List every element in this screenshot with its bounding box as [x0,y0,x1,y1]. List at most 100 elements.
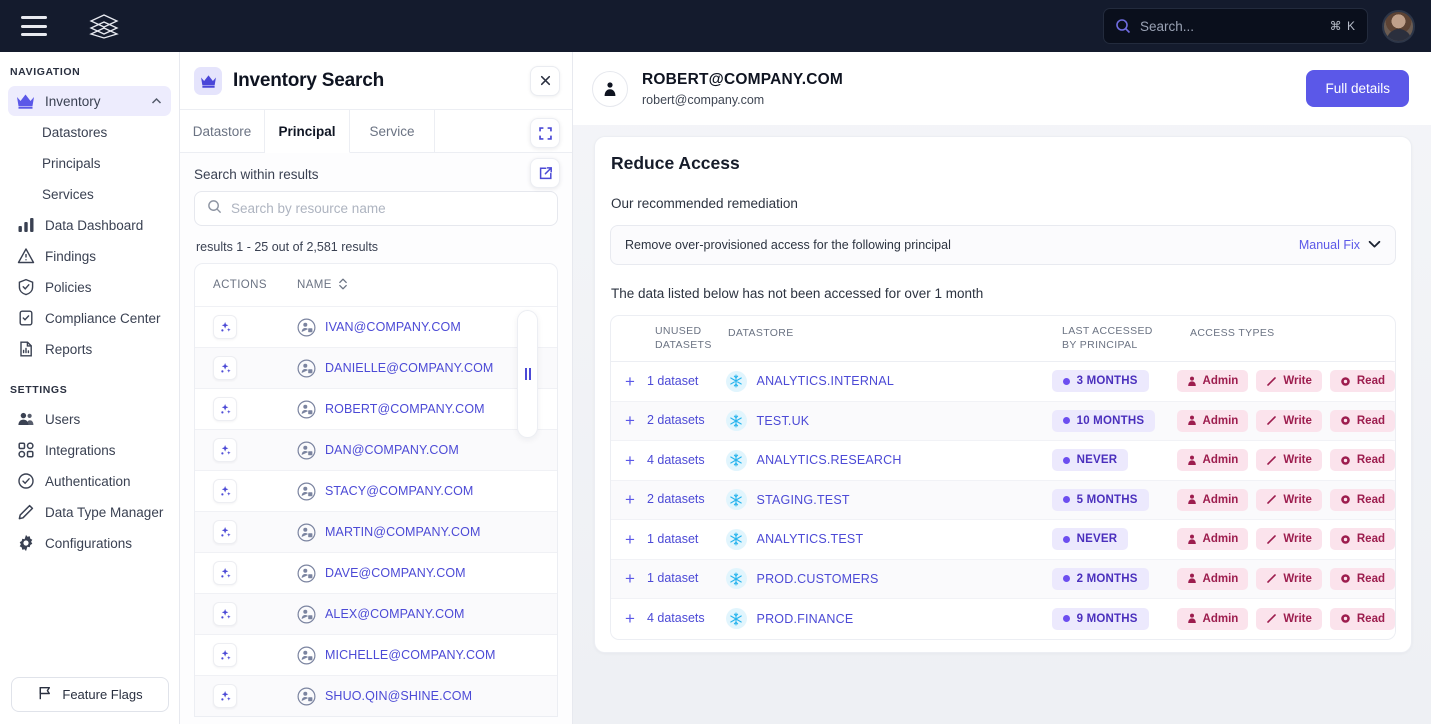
expand-corners-icon[interactable] [530,118,560,148]
sidebar-item-datastores[interactable]: Datastores [8,117,171,147]
document-chart-icon [16,340,35,359]
avatar[interactable] [1382,9,1415,43]
access-label: Admin [1202,414,1239,427]
datastore-name[interactable]: PROD.FINANCE [757,612,854,626]
plus-icon[interactable]: + [625,610,635,627]
sparkle-action-icon[interactable] [213,602,237,626]
tab-service[interactable]: Service [350,110,435,153]
sidebar-item-findings[interactable]: Findings [8,241,171,271]
principal-name[interactable]: ALEX@COMPANY.COM [325,607,465,621]
plus-icon[interactable]: + [625,531,635,548]
principal-name[interactable]: DANIELLE@COMPANY.COM [325,361,493,375]
close-icon[interactable] [530,65,560,96]
search-input[interactable] [231,201,545,216]
sparkle-action-icon[interactable] [213,684,237,708]
plus-icon[interactable]: + [625,412,635,429]
sidebar-item-inventory[interactable]: Inventory [8,86,171,116]
datastore-name[interactable]: ANALYTICS.INTERNAL [757,374,894,388]
sparkle-action-icon[interactable] [213,438,237,462]
full-details-button[interactable]: Full details [1306,70,1409,107]
plus-icon[interactable]: + [625,491,635,508]
external-link-icon[interactable] [530,158,560,188]
sidebar-item-services[interactable]: Services [8,179,171,209]
feature-flags-button[interactable]: Feature Flags [11,677,169,712]
principal-email: robert@company.com [642,92,765,107]
last-accessed-value: 5 MONTHS [1076,493,1138,506]
hamburger-icon[interactable] [21,16,47,36]
table-row[interactable]: SHUO.QIN@SHINE.COM [195,675,557,716]
table-row[interactable]: + 2 datasets STAGING.TEST 5 MONTHS Admin… [611,480,1395,520]
table-row[interactable]: STACY@COMPANY.COM [195,470,557,511]
datastore-name[interactable]: ANALYTICS.TEST [757,532,864,546]
sparkle-action-icon[interactable] [213,561,237,585]
table-row[interactable]: IVAN@COMPANY.COM [195,306,557,347]
principal-icon [297,605,316,624]
sparkle-action-icon[interactable] [213,315,237,339]
datastore-name[interactable]: PROD.CUSTOMERS [757,572,879,586]
principal-name[interactable]: ROBERT@COMPANY.COM [325,402,485,416]
search-resource-box[interactable] [194,191,558,226]
sidebar-item-data-dashboard[interactable]: Data Dashboard [8,210,171,240]
table-row[interactable]: ALEX@COMPANY.COM [195,593,557,634]
table-row[interactable]: MARTIN@COMPANY.COM [195,511,557,552]
column-datastore: DATASTORE [728,327,794,339]
principal-name[interactable]: MICHELLE@COMPANY.COM [325,648,496,662]
global-search[interactable]: ⌘ K [1103,8,1368,44]
table-row[interactable]: + 1 dataset PROD.CUSTOMERS 2 MONTHS Admi… [611,559,1395,599]
principal-name[interactable]: IVAN@COMPANY.COM [325,320,461,334]
sparkle-action-icon[interactable] [213,397,237,421]
manual-fix-toggle[interactable]: Manual Fix [1299,238,1381,252]
reduce-access-card: Reduce Access Our recommended remediatio… [594,136,1412,653]
table-row[interactable]: ROBERT@COMPANY.COM [195,388,557,429]
sparkle-action-icon[interactable] [213,479,237,503]
sidebar-item-compliance-center[interactable]: Compliance Center [8,303,171,333]
chevron-up-icon[interactable] [150,95,163,108]
gear-icon [16,534,35,553]
sparkle-action-icon[interactable] [213,520,237,544]
sidebar-item-data-type-manager[interactable]: Data Type Manager [8,497,171,527]
principal-name[interactable]: SHUO.QIN@SHINE.COM [325,689,472,703]
layers-logo-icon[interactable] [87,11,121,41]
table-row[interactable]: + 2 datasets TEST.UK 10 MONTHS Admin Wri… [611,401,1395,441]
table-row[interactable]: + 1 dataset ANALYTICS.TEST NEVER Admin W… [611,520,1395,560]
table-row[interactable]: MICHELLE@COMPANY.COM [195,634,557,675]
table-row[interactable]: DAVE@COMPANY.COM [195,552,557,593]
tab-datastore[interactable]: Datastore [180,110,265,153]
principal-name[interactable]: DAN@COMPANY.COM [325,443,459,457]
principal-name[interactable]: STACY@COMPANY.COM [325,484,473,498]
datastore-name[interactable]: STAGING.TEST [757,493,850,507]
datastore-name[interactable]: TEST.UK [757,414,810,428]
principal-name[interactable]: MARTIN@COMPANY.COM [325,525,480,539]
sidebar-item-integrations[interactable]: Integrations [8,435,171,465]
results-table-header: ACTIONS NAME [195,264,557,306]
table-row[interactable]: + 1 dataset ANALYTICS.INTERNAL 3 MONTHS … [611,362,1395,402]
sidebar-item-authentication[interactable]: Authentication [8,466,171,496]
sidebar-item-policies[interactable]: Policies [8,272,171,302]
table-row[interactable]: + 4 datasets PROD.FINANCE 9 MONTHS Admin… [611,599,1395,639]
sidebar-item-reports[interactable]: Reports [8,334,171,364]
sidebar-item-principals[interactable]: Principals [8,148,171,178]
plus-icon[interactable]: + [625,570,635,587]
column-name[interactable]: NAME [297,278,348,293]
principal-name[interactable]: DAVE@COMPANY.COM [325,566,466,580]
snowflake-icon [725,370,747,392]
table-row[interactable]: DAN@COMPANY.COM [195,429,557,470]
table-row[interactable]: DANIELLE@COMPANY.COM [195,347,557,388]
sidebar-item-configurations[interactable]: Configurations [8,528,171,558]
principal-icon [297,441,316,460]
last-accessed-badge: 3 MONTHS [1051,370,1149,393]
unused-datasets-count: 4 datasets [646,452,705,467]
snowflake-icon [725,449,747,471]
datastore-name[interactable]: ANALYTICS.RESEARCH [757,453,902,467]
table-row[interactable]: + 4 datasets ANALYTICS.RESEARCH NEVER Ad… [611,441,1395,481]
search-input[interactable] [1140,18,1330,34]
panel-resizer[interactable] [517,310,538,438]
column-last-accessed: LAST ACCESSED BY PRINCIPAL [1062,324,1190,352]
plus-icon[interactable]: + [625,452,635,469]
access-badge-read: Read [1329,528,1395,551]
plus-icon[interactable]: + [625,373,635,390]
tab-principal[interactable]: Principal [265,110,350,153]
sidebar-item-users[interactable]: Users [8,404,171,434]
sparkle-action-icon[interactable] [213,356,237,380]
sparkle-action-icon[interactable] [213,643,237,667]
